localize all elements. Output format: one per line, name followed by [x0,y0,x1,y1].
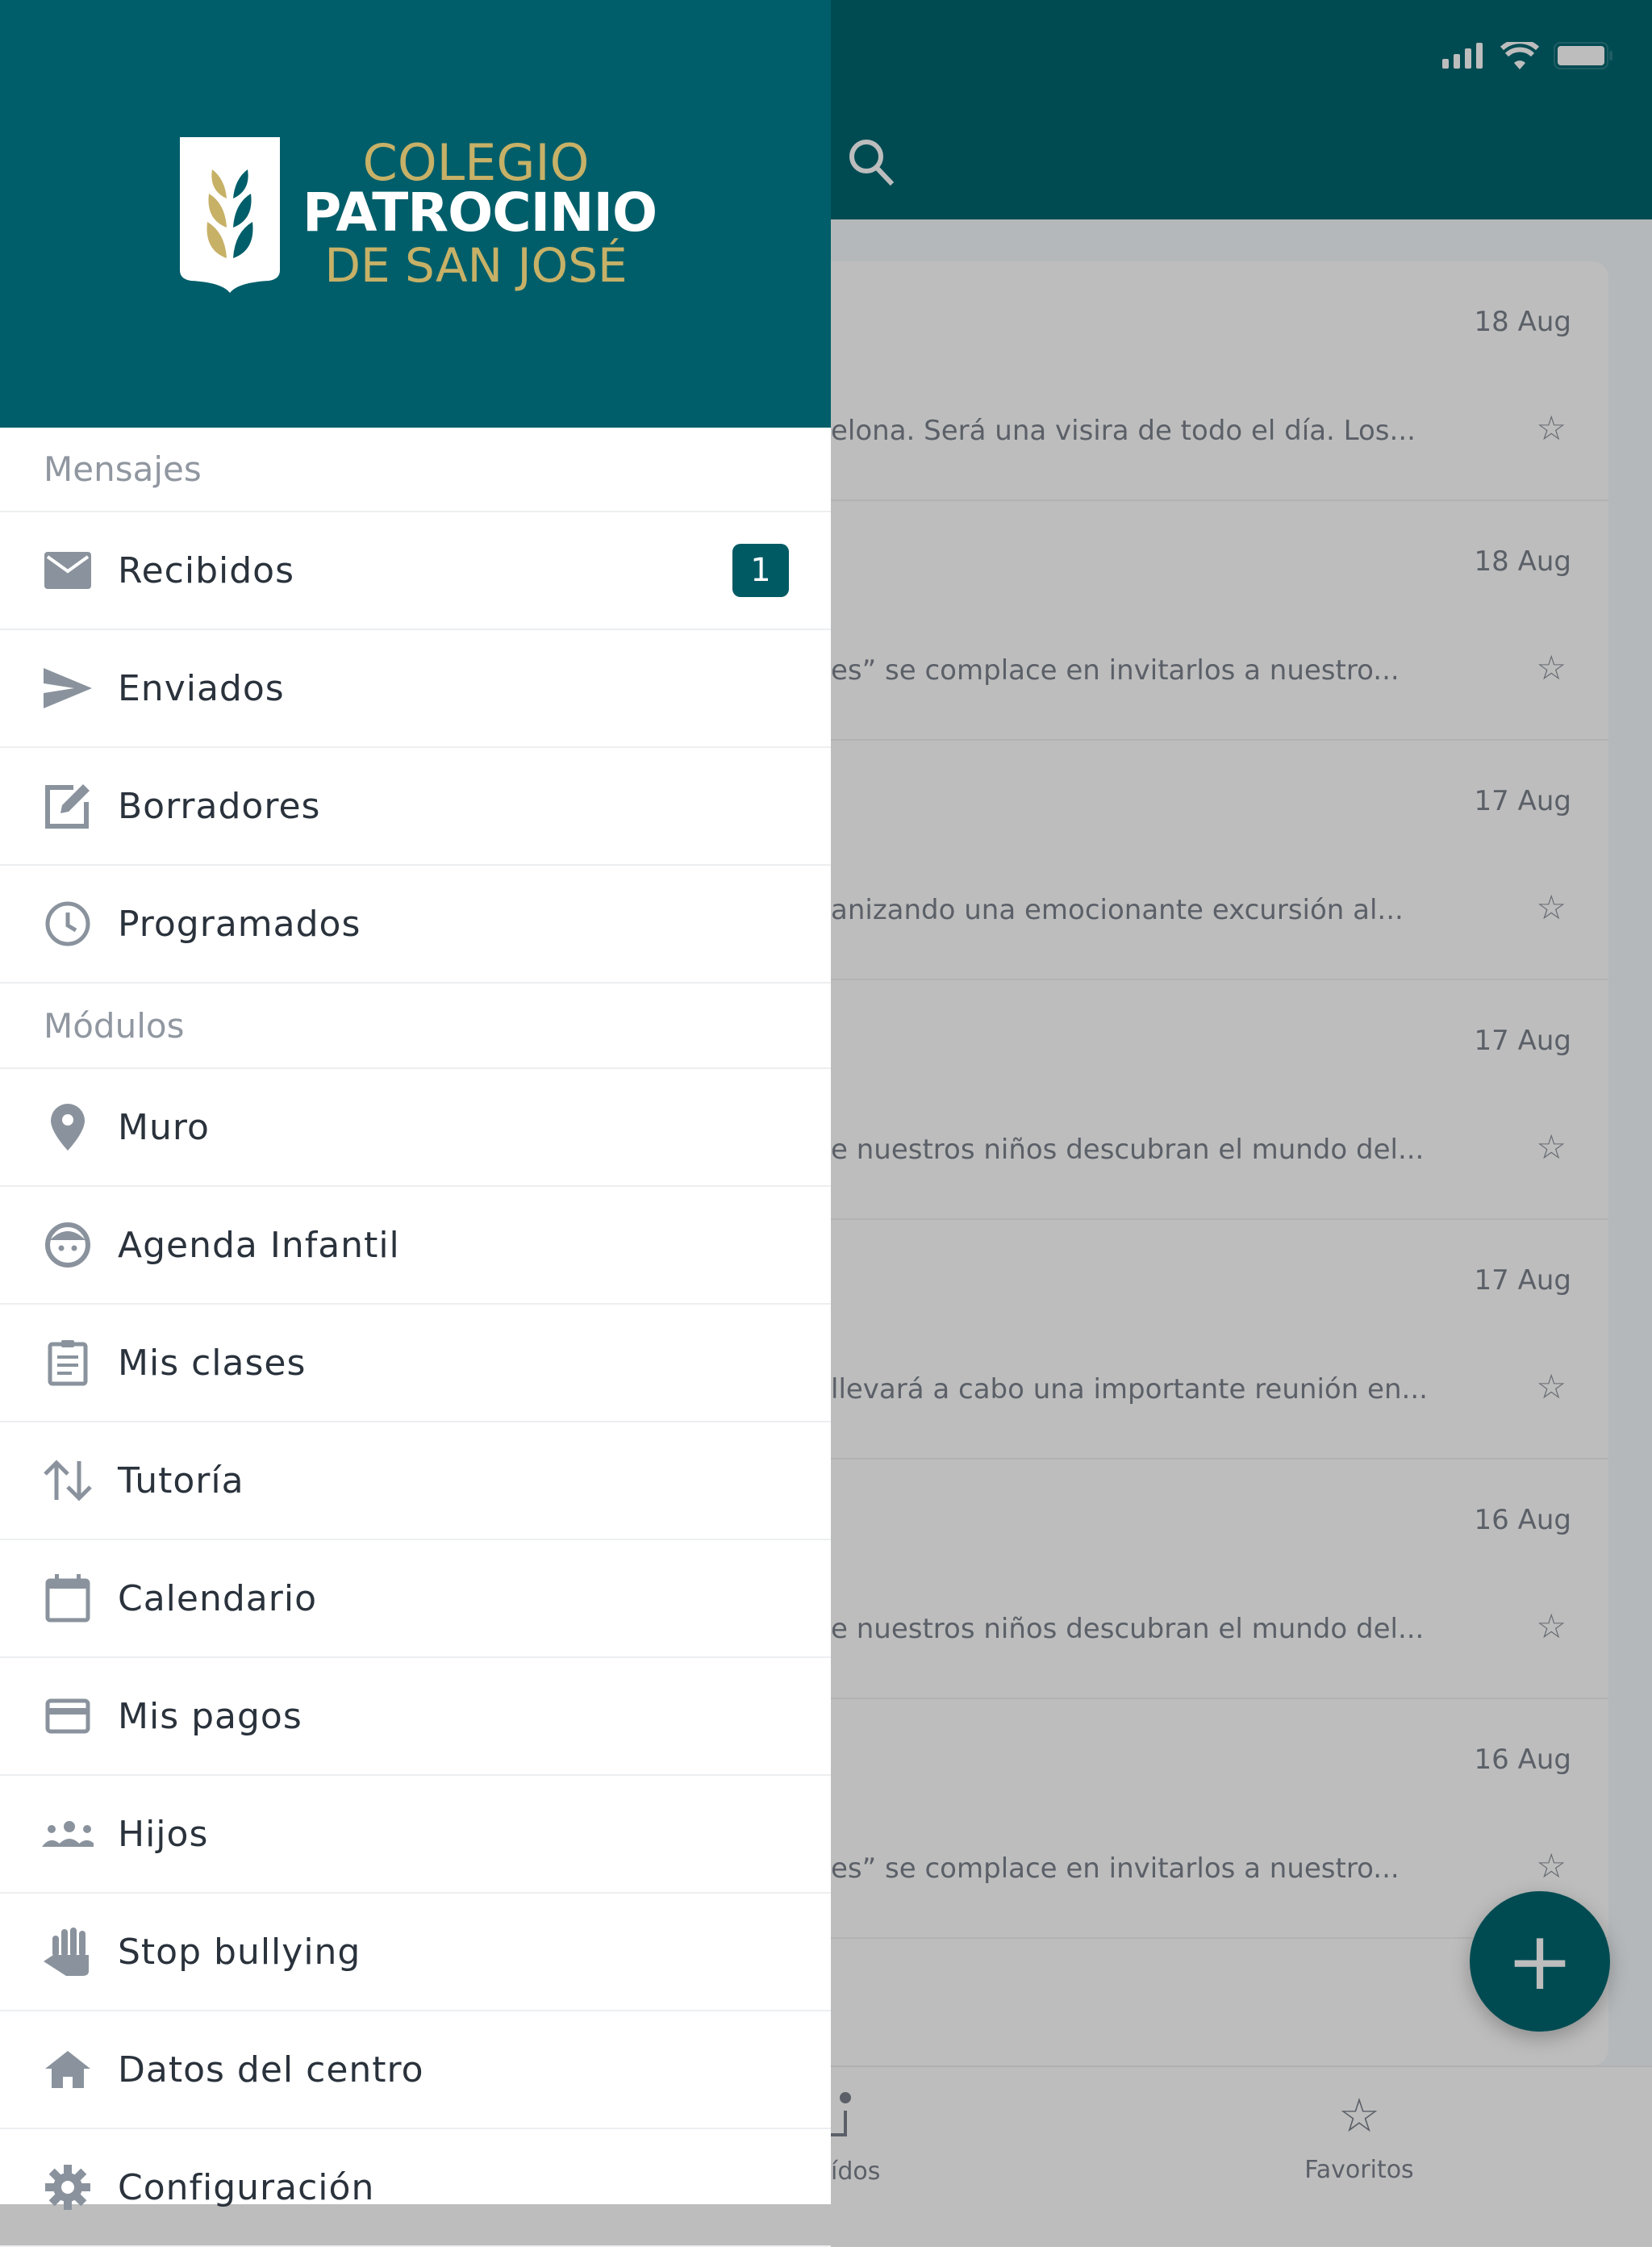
message-row[interactable]: 18 Aug elona. Será una visira de todo el… [774,261,1608,501]
message-date: 18 Aug [1474,545,1571,578]
drawer-item-label: Stop bullying [118,1931,361,1973]
clock-icon [42,898,94,950]
drawer-item-muro[interactable]: Muro [0,1069,831,1187]
favorite-star-icon[interactable]: ☆ [1536,1606,1566,1646]
message-row[interactable]: 17 Aug llevará a cabo una importante reu… [774,1220,1608,1460]
drawer-item-label: Configuración [118,2166,375,2208]
drawer-item-label: Enviados [118,667,285,709]
drawer-item-label: Mis clases [118,1342,307,1384]
drawer-header: COLEGIO PATROCINIO DE SAN JOSÉ [0,0,831,428]
message-date: 17 Aug [1474,785,1571,817]
message-date: 17 Aug [1474,1025,1571,1057]
drawer-item-label: Mis pagos [118,1695,302,1737]
favorite-star-icon[interactable]: ☆ [1536,888,1566,927]
location-pin-icon [42,1101,94,1153]
wifi-icon [1500,42,1539,69]
message-preview: anizando una emocionante excursión al... [831,894,1404,926]
drawer-item-label: Datos del centro [118,2049,424,2090]
hand-icon [42,1926,94,1978]
message-row[interactable]: 16 Aug es” se complace en invitarlos a n… [774,1699,1608,1939]
drawer-item-datos-del-centro[interactable]: Datos del centro [0,2011,831,2129]
drawer-item-borradores[interactable]: Borradores [0,748,831,866]
navigation-drawer: COLEGIO PATROCINIO DE SAN JOSÉ Mensajes … [0,0,831,2247]
send-icon [42,662,94,714]
signal-icon [1442,43,1483,69]
section-header-messages: Mensajes [0,428,831,512]
favorite-star-icon[interactable]: ☆ [1536,1367,1566,1406]
message-list: 18 Aug elona. Será una visira de todo el… [774,261,1608,2065]
unread-count-badge: 1 [732,544,789,597]
drawer-item-enviados[interactable]: Enviados [0,630,831,748]
favorites-star-icon: ☆ [1338,2088,1380,2143]
drawer-item-mis-pagos[interactable]: Mis pagos [0,1658,831,1776]
message-row[interactable]: 17 Aug e nuestros niños descubran el mun… [774,980,1608,1220]
bottom-nav-favorites[interactable]: ☆ Favoritos [1283,2091,1436,2196]
plus-icon: + [1506,1914,1574,2008]
section-header-modules: Módulos [0,984,831,1069]
gear-icon [42,2161,94,2213]
clipboard-icon [42,1337,94,1389]
drawer-item-label: Hijos [118,1813,209,1855]
drawer-item-stop-bullying[interactable]: Stop bullying [0,1894,831,2011]
drawer-item-calendario[interactable]: Calendario [0,1540,831,1658]
message-preview: es” se complace en invitarlos a nuestro.… [831,1852,1400,1885]
drawer-item-label: Programados [118,903,361,945]
message-preview: elona. Será una visira de todo el día. L… [831,415,1416,447]
message-date: 18 Aug [1474,306,1571,338]
message-date: 16 Aug [1474,1504,1571,1536]
drawer-item-programados[interactable]: Programados [0,866,831,984]
home-icon [42,2044,94,2095]
drawer-item-tutoría[interactable]: Tutoría [0,1422,831,1540]
message-preview: e nuestros niños descubran el mundo del.… [831,1134,1425,1166]
message-row[interactable]: 16 Aug e nuestros niños descubran el mun… [774,1460,1608,1699]
message-row[interactable]: 18 Aug es” se complace en invitarlos a n… [774,501,1608,741]
drawer-item-recibidos[interactable]: Recibidos 1 [0,512,831,630]
group-icon [42,1808,94,1860]
drawer-item-label: Tutoría [118,1460,244,1501]
message-date: 16 Aug [1474,1744,1571,1776]
status-bar [1442,42,1613,69]
swap-vertical-icon [42,1455,94,1506]
drawer-item-hijos[interactable]: Hijos [0,1776,831,1894]
search-icon[interactable] [847,137,895,187]
drawer-item-label: Calendario [118,1577,317,1619]
drawer-item-label: Borradores [118,785,321,827]
bottom-nav-unread-label: ídos [831,2157,881,2186]
favorite-star-icon[interactable]: ☆ [1536,1127,1566,1167]
message-preview: e nuestros niños descubran el mundo del.… [831,1613,1425,1645]
drawer-item-configuración[interactable]: Configuración [0,2129,831,2247]
drawer-item-label: Agenda Infantil [118,1224,400,1266]
drawer-item-label: Recibidos [118,549,295,591]
message-date: 17 Aug [1474,1264,1571,1297]
message-preview: es” se complace en invitarlos a nuestro.… [831,654,1400,687]
favorite-star-icon[interactable]: ☆ [1536,408,1566,448]
message-preview: llevará a cabo una importante reunión en… [831,1373,1428,1405]
mail-icon [42,545,94,596]
battery-icon [1554,42,1612,69]
drawer-item-mis-clases[interactable]: Mis clases [0,1305,831,1422]
logo-line-3: DE SAN JOSÉ [324,238,628,293]
drawer-item-label: Muro [118,1106,210,1148]
logo-line-2: PATROCINIO [302,182,657,244]
child-face-icon [42,1219,94,1271]
credit-card-icon [42,1690,94,1742]
favorite-star-icon[interactable]: ☆ [1536,648,1566,687]
calendar-icon [42,1572,94,1624]
edit-icon [42,780,94,832]
bottom-nav-unread[interactable]: ídos [823,2091,920,2196]
school-logo-shield [180,137,280,293]
compose-fab-button[interactable]: + [1470,1891,1610,2032]
favorite-star-icon[interactable]: ☆ [1536,1846,1566,1886]
favorites-label: Favoritos [1304,2156,1414,2184]
message-row[interactable]: 17 Aug anizando una emocionante excursió… [774,741,1608,980]
drawer-item-agenda-infantil[interactable]: Agenda Infantil [0,1187,831,1305]
